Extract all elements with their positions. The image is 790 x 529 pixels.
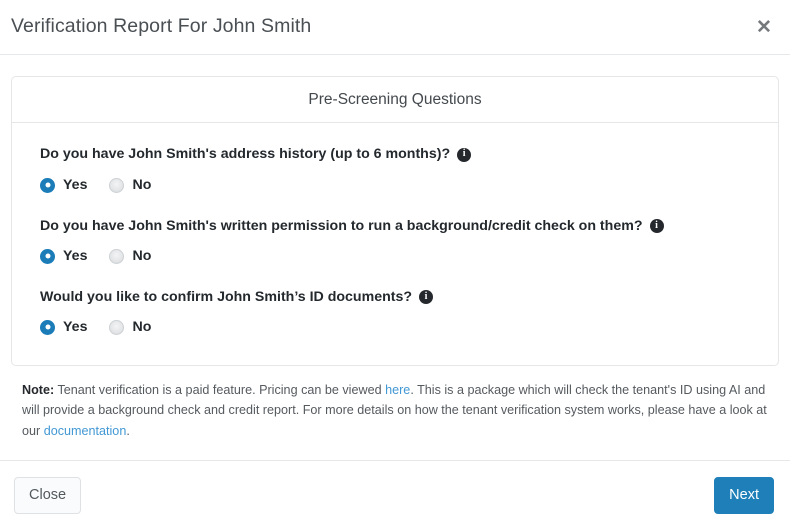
radio-option-no[interactable]: No xyxy=(109,319,152,336)
radio-label: No xyxy=(132,176,152,193)
verification-report-modal: Verification Report For John Smith ✕ Pre… xyxy=(0,0,790,529)
question-text: Do you have John Smith's written permiss… xyxy=(40,217,643,234)
questions-list: Do you have John Smith's address history… xyxy=(12,123,778,365)
question-item: Would you like to confirm John Smith’s I… xyxy=(40,288,750,335)
radio-indicator-selected xyxy=(40,319,55,335)
radio-group: Yes No xyxy=(40,176,750,193)
note-label: Note: xyxy=(22,382,55,397)
next-button[interactable]: Next xyxy=(714,476,774,514)
modal-body: Pre-Screening Questions Do you have John… xyxy=(0,55,790,460)
radio-indicator-unselected xyxy=(109,177,125,193)
pre-screening-card: Pre-Screening Questions Do you have John… xyxy=(11,76,779,366)
here-link[interactable]: here xyxy=(385,383,410,397)
question-text: Do you have John Smith's address history… xyxy=(40,146,451,163)
modal-header: Verification Report For John Smith ✕ xyxy=(0,0,790,55)
radio-option-no[interactable]: No xyxy=(109,248,152,265)
radio-group: Yes No xyxy=(40,248,750,265)
radio-indicator-unselected xyxy=(109,319,125,335)
info-glyph: i xyxy=(462,148,466,160)
modal-footer: Close Next xyxy=(0,460,790,529)
close-icon[interactable]: ✕ xyxy=(752,15,776,39)
radio-option-yes[interactable]: Yes xyxy=(40,176,88,193)
note-part-1: Tenant verification is a paid feature. P… xyxy=(54,382,386,397)
note-text: Note: Tenant verification is a paid feat… xyxy=(11,366,779,441)
radio-label: No xyxy=(132,248,152,265)
question-label: Would you like to confirm John Smith’s I… xyxy=(40,288,750,307)
radio-option-no[interactable]: No xyxy=(109,176,152,193)
radio-indicator-selected xyxy=(40,248,55,264)
radio-option-yes[interactable]: Yes xyxy=(40,248,88,265)
radio-indicator-selected xyxy=(40,177,55,193)
question-text: Would you like to confirm John Smith’s I… xyxy=(40,288,413,305)
radio-group: Yes No xyxy=(40,319,750,336)
question-item: Do you have John Smith's address history… xyxy=(40,145,750,193)
info-icon[interactable]: i xyxy=(419,290,434,305)
question-item: Do you have John Smith's written permiss… xyxy=(40,217,750,264)
radio-option-yes[interactable]: Yes xyxy=(40,319,88,336)
radio-label: Yes xyxy=(63,176,88,193)
radio-indicator-unselected xyxy=(109,248,125,264)
radio-label: Yes xyxy=(63,248,88,265)
radio-label: Yes xyxy=(63,319,88,336)
note-part-3: . xyxy=(126,423,130,438)
question-label: Do you have John Smith's address history… xyxy=(40,145,750,164)
question-label: Do you have John Smith's written permiss… xyxy=(40,217,750,236)
info-glyph: i xyxy=(424,290,428,302)
card-heading: Pre-Screening Questions xyxy=(12,77,778,124)
info-icon[interactable]: i xyxy=(457,147,472,162)
close-button[interactable]: Close xyxy=(14,476,82,514)
info-glyph: i xyxy=(655,219,658,231)
documentation-link[interactable]: documentation xyxy=(44,424,127,438)
info-icon[interactable]: i xyxy=(649,219,664,234)
page-title: Verification Report For John Smith xyxy=(11,15,312,38)
radio-label: No xyxy=(132,319,152,336)
